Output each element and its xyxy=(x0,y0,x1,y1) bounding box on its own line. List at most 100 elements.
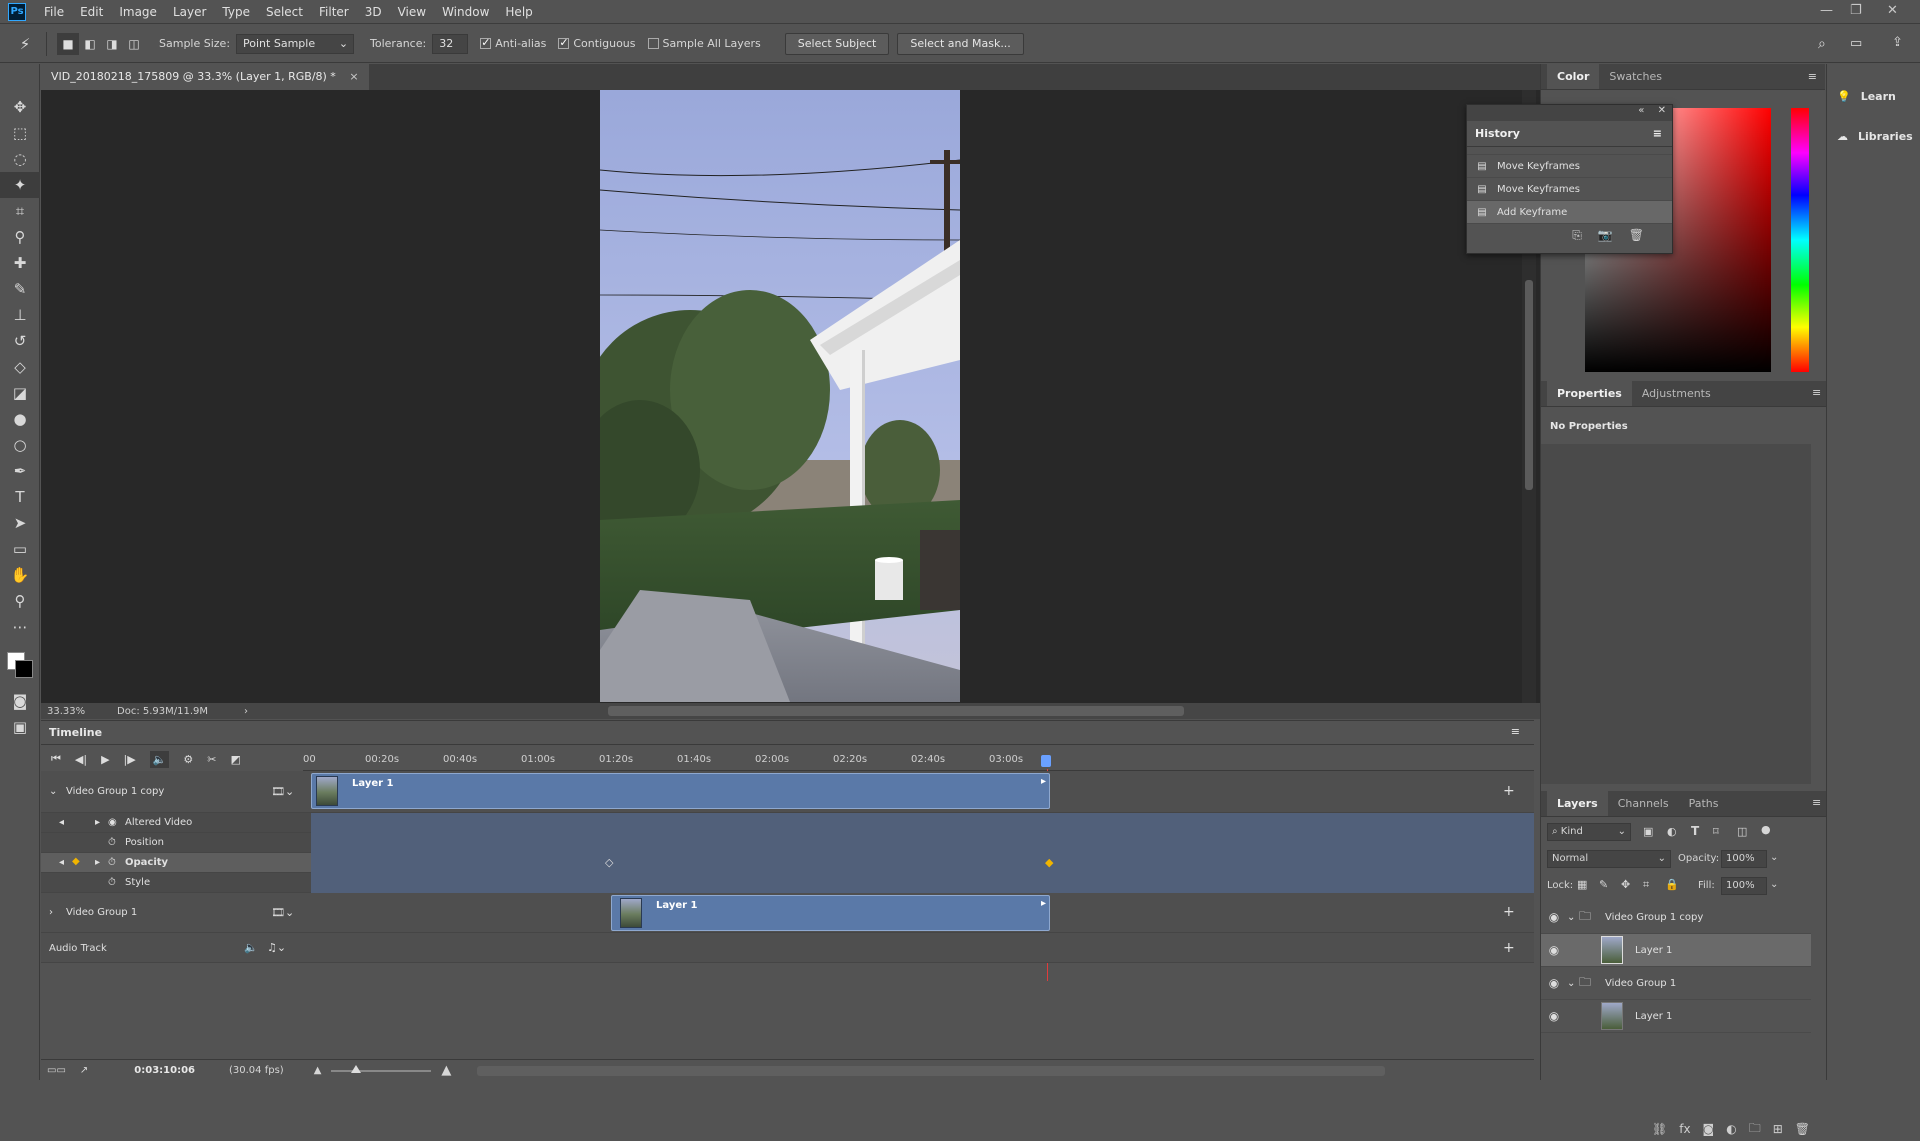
tolerance-input[interactable]: 32 xyxy=(432,33,469,54)
add-mask-icon[interactable]: ◙ xyxy=(1703,1122,1715,1136)
close-tab-icon[interactable]: × xyxy=(349,70,358,83)
split-at-playhead-icon[interactable]: ✂ xyxy=(207,753,216,766)
tab-paths[interactable]: Paths xyxy=(1679,791,1729,816)
visibility-eye-icon[interactable]: ◉ xyxy=(1541,943,1567,957)
crop-tool-icon[interactable]: ⌗ xyxy=(0,198,40,224)
select-subject-button[interactable]: Select Subject xyxy=(784,32,890,55)
film-menu-icon[interactable]: 🎞⌄ xyxy=(271,906,294,919)
playback-settings-icon[interactable]: ⚙ xyxy=(183,753,193,766)
menu-select[interactable]: Select xyxy=(258,5,311,19)
type-tool-icon[interactable]: T xyxy=(0,484,40,510)
layer-row-layer-1[interactable]: ◉ Layer 1 xyxy=(1541,1000,1811,1033)
menu-window[interactable]: Window xyxy=(434,5,497,19)
contiguous-checkbox[interactable] xyxy=(558,36,570,49)
magic-wand-tool-icon[interactable]: ✦ xyxy=(0,172,40,198)
delete-layer-icon[interactable]: 🗑 xyxy=(1795,1122,1810,1136)
timeline-hscroll-thumb[interactable] xyxy=(477,1066,1385,1076)
timeline-zoom-slider[interactable] xyxy=(331,1064,432,1073)
screen-mode-icon[interactable]: ▣ xyxy=(0,714,40,740)
collapse-icon[interactable]: « xyxy=(1638,105,1644,116)
tab-channels[interactable]: Channels xyxy=(1608,791,1679,816)
zoom-in-timeline-icon[interactable]: ▲ xyxy=(441,1063,451,1078)
rectangle-tool-icon[interactable]: ▭ xyxy=(0,536,40,562)
filter-pixel-icon[interactable]: ▣ xyxy=(1643,825,1653,838)
properties-menu-icon[interactable]: ≡ xyxy=(1812,386,1821,399)
expand-group-icon[interactable]: ⌄ xyxy=(1567,912,1579,923)
filter-shape-icon[interactable]: ⌑ xyxy=(1713,825,1719,838)
current-timecode[interactable]: 0:03:10:06 xyxy=(134,1065,195,1076)
render-video-icon[interactable]: ↗ xyxy=(80,1065,88,1076)
chevron-down-icon[interactable]: ⌄ xyxy=(1770,852,1778,863)
new-selection-icon[interactable]: ■ xyxy=(57,32,79,55)
menu-3d[interactable]: 3D xyxy=(357,5,390,19)
zoom-slider-thumb[interactable] xyxy=(351,1064,362,1073)
paint-bucket-tool-icon[interactable]: ◪ xyxy=(0,380,40,406)
filter-type-icon[interactable]: T xyxy=(1691,824,1699,838)
minimize-icon[interactable]: — xyxy=(1820,3,1833,18)
close-window-icon[interactable]: ✕ xyxy=(1887,3,1898,18)
menu-layer[interactable]: Layer xyxy=(165,5,214,19)
adjustment-layer-icon[interactable]: ◐ xyxy=(1726,1122,1736,1136)
layers-menu-icon[interactable]: ≡ xyxy=(1812,796,1821,809)
blend-mode-select[interactable]: Normal ⌄ xyxy=(1547,850,1671,868)
chevron-down-icon[interactable]: ⌄ xyxy=(1770,879,1778,890)
filter-adjustment-icon[interactable]: ◐ xyxy=(1667,825,1677,838)
zoom-out-timeline-icon[interactable]: ▲ xyxy=(314,1065,322,1076)
play-icon[interactable]: ▶ xyxy=(101,753,109,766)
lasso-tool-icon[interactable]: ◌ xyxy=(0,146,40,172)
hand-tool-icon[interactable]: ✋ xyxy=(0,562,40,588)
stopwatch-icon[interactable]: ⏱ xyxy=(108,877,116,888)
color-swatches[interactable] xyxy=(0,640,39,684)
add-media-icon[interactable]: + xyxy=(1503,783,1515,799)
menu-type[interactable]: Type xyxy=(214,5,258,19)
lock-transparent-icon[interactable]: ▦ xyxy=(1577,878,1587,891)
share-icon[interactable]: ⇪ xyxy=(1892,35,1903,50)
time-ruler[interactable]: 00 00:20s 00:40s 01:00s 01:20s 01:40s 02… xyxy=(303,747,1534,771)
status-arrow-icon[interactable]: › xyxy=(244,706,248,717)
clip-layer-1-copy[interactable]: Layer 1 ▸ xyxy=(311,773,1050,809)
history-item[interactable]: ▤ Move Keyframes xyxy=(1467,155,1672,178)
canvas-hscroll-thumb[interactable] xyxy=(608,706,1184,716)
prev-keyframe-icon[interactable]: ◂ xyxy=(59,857,64,868)
tab-swatches[interactable]: Swatches xyxy=(1599,64,1672,89)
learn-button[interactable]: 💡 Learn xyxy=(1827,76,1920,116)
blur-tool-icon[interactable]: ● xyxy=(0,406,40,432)
brush-tool-icon[interactable]: ✎ xyxy=(0,276,40,302)
menu-file[interactable]: File xyxy=(36,5,72,19)
frame-animation-icon[interactable]: ▭▭ xyxy=(47,1065,66,1076)
prev-keyframe-icon[interactable]: ◂ xyxy=(59,817,64,828)
new-document-from-state-icon[interactable]: ⎘ xyxy=(1572,228,1582,243)
film-menu-icon[interactable]: 🎞⌄ xyxy=(271,785,294,798)
move-tool-icon[interactable]: ✥ xyxy=(0,94,40,120)
mute-audio-icon[interactable]: 🔈 xyxy=(149,750,170,768)
keyframe-icon[interactable]: ◇ xyxy=(605,856,613,869)
clip-end-handle-icon[interactable]: ▸ xyxy=(1041,898,1046,909)
visibility-eye-icon[interactable]: ◉ xyxy=(1541,1009,1567,1023)
filter-toggle-icon[interactable]: ● xyxy=(1761,823,1771,836)
lock-image-icon[interactable]: ✎ xyxy=(1599,878,1608,891)
timeline-menu-icon[interactable]: ≡ xyxy=(1511,725,1520,738)
document-tab[interactable]: VID_20180218_175809 @ 33.3% (Layer 1, RG… xyxy=(41,64,369,90)
quick-mask-icon[interactable]: ◙ xyxy=(0,688,40,714)
subtract-selection-icon[interactable]: ◨ xyxy=(101,33,123,55)
opacity-input[interactable]: 100% xyxy=(1721,850,1767,868)
lock-position-icon[interactable]: ✥ xyxy=(1621,878,1630,891)
select-and-mask-button[interactable]: Select and Mask... xyxy=(897,32,1024,55)
visibility-eye-icon[interactable]: ◉ xyxy=(1541,976,1567,990)
expand-group-icon[interactable]: › xyxy=(49,907,53,918)
tab-properties[interactable]: Properties xyxy=(1547,381,1632,406)
path-selection-tool-icon[interactable]: ➤ xyxy=(0,510,40,536)
layer-row-group[interactable]: ◉ ⌄ 🗀 Video Group 1 xyxy=(1541,967,1811,1000)
search-icon[interactable]: ⌕ xyxy=(1818,36,1826,52)
magic-wand-preset-icon[interactable]: ⚡ xyxy=(14,33,36,55)
transition-icon[interactable]: ◩ xyxy=(231,753,241,766)
menu-filter[interactable]: Filter xyxy=(311,5,357,19)
history-brush-tool-icon[interactable]: ↺ xyxy=(0,328,40,354)
history-item-selected[interactable]: ▤ Add Keyframe xyxy=(1467,201,1672,224)
eye-icon[interactable]: ◉ xyxy=(108,817,117,828)
sample-size-select[interactable]: Point Sample ⌄ xyxy=(236,33,355,54)
menu-view[interactable]: View xyxy=(390,5,434,19)
clip-end-handle-icon[interactable]: ▸ xyxy=(1041,776,1046,787)
layer-row-layer-1-copy[interactable]: ◉ Layer 1 xyxy=(1541,934,1811,967)
menu-edit[interactable]: Edit xyxy=(72,5,111,19)
